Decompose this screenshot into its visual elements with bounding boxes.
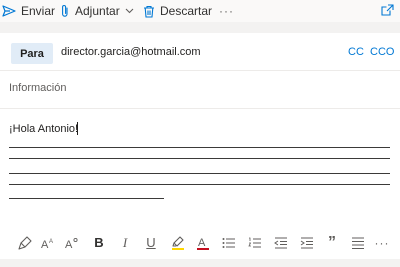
font-color-button[interactable]: A <box>194 226 212 259</box>
bulleted-list-icon <box>222 237 236 249</box>
body-line <box>9 184 390 185</box>
font-grow-icon: A <box>65 237 79 249</box>
recipient-address[interactable]: director.garcia@hotmail.com <box>61 46 201 58</box>
bottom-strip <box>0 259 400 267</box>
discard-label: Descartar <box>160 4 213 18</box>
to-row: Para director.garcia@hotmail.com CC CCO <box>0 33 400 71</box>
send-label: Enviar <box>21 4 56 18</box>
text-cursor <box>77 122 78 135</box>
body-line <box>9 158 390 159</box>
send-button[interactable]: Enviar <box>2 0 55 22</box>
highlight-button[interactable] <box>169 226 187 259</box>
font-size-button[interactable]: AA <box>39 226 57 259</box>
attach-label: Adjuntar <box>75 4 120 18</box>
to-button[interactable]: Para <box>11 43 53 64</box>
subject-row <box>0 71 400 109</box>
send-icon <box>2 5 16 17</box>
bold-button[interactable]: B <box>90 226 108 259</box>
svg-text:A: A <box>41 239 49 249</box>
subject-input[interactable] <box>9 82 389 94</box>
decrease-indent-icon <box>274 237 288 249</box>
body-line <box>9 198 164 199</box>
align-button[interactable] <box>349 226 367 259</box>
format-painter-button[interactable] <box>16 226 34 259</box>
italic-button[interactable]: I <box>116 226 134 259</box>
cco-button[interactable]: CCO <box>370 46 394 58</box>
paperclip-icon <box>60 4 70 18</box>
font-color-icon: A <box>197 236 209 250</box>
body-line <box>9 173 390 174</box>
increase-indent-button[interactable] <box>298 226 316 259</box>
discard-button[interactable]: Descartar <box>143 0 212 22</box>
align-left-icon <box>351 237 365 249</box>
numbered-list-button[interactable] <box>246 226 264 259</box>
bulleted-list-button[interactable] <box>220 226 238 259</box>
font-size-icon: AA <box>41 237 55 249</box>
quote-button[interactable]: ” <box>323 226 341 259</box>
compose-form: Para director.garcia@hotmail.com CC CCO … <box>0 33 400 259</box>
svg-text:A: A <box>65 239 73 249</box>
pop-out-icon <box>381 3 394 19</box>
underline-button[interactable]: U <box>142 226 160 259</box>
more-formatting-button[interactable]: ··· <box>373 226 391 259</box>
command-toolbar: Enviar Adjuntar Descartar ··· <box>0 0 400 22</box>
cc-button[interactable]: CC <box>348 46 364 58</box>
format-painter-icon <box>18 235 32 250</box>
trash-icon <box>143 5 155 18</box>
pop-out-button[interactable] <box>381 0 394 22</box>
body-line <box>9 147 390 148</box>
chevron-down-icon[interactable] <box>125 8 134 14</box>
svg-text:A: A <box>49 239 53 245</box>
numbered-list-icon <box>248 237 262 249</box>
more-actions-button[interactable]: ··· <box>219 0 234 22</box>
svg-text:A: A <box>198 237 206 249</box>
font-grow-button[interactable]: A <box>63 226 81 259</box>
attach-button[interactable]: Adjuntar <box>60 0 134 22</box>
body-greeting: ¡Hola Antonio! <box>9 123 79 135</box>
increase-indent-icon <box>300 237 314 249</box>
formatting-toolbar: AA A B I U A ” ··· <box>0 226 400 259</box>
highlighter-icon <box>171 235 185 250</box>
more-actions-label: ··· <box>219 4 234 18</box>
message-body[interactable]: ¡Hola Antonio! <box>0 110 400 220</box>
decrease-indent-button[interactable] <box>272 226 290 259</box>
